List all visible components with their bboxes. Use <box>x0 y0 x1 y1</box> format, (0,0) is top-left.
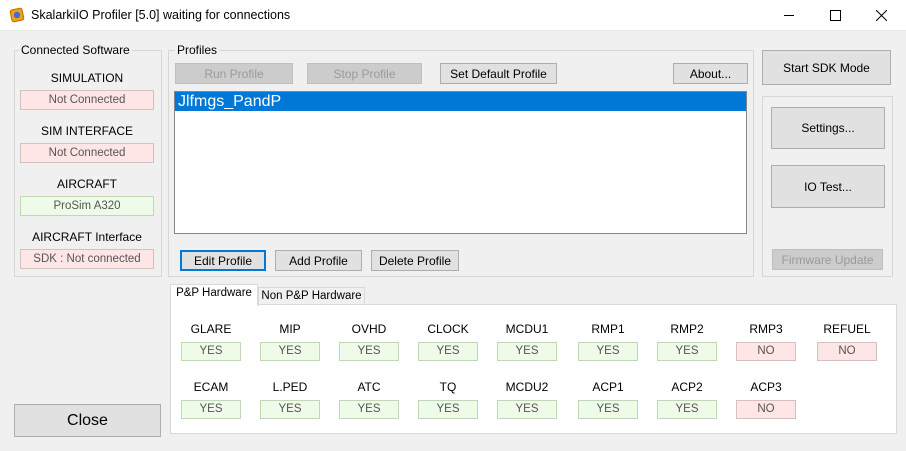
hw-label: ECAM <box>193 380 229 394</box>
hw-status: YES <box>497 400 557 419</box>
hw-status: YES <box>339 342 399 361</box>
maximize-button[interactable] <box>812 0 858 31</box>
aircraft-status: ProSim A320 <box>20 196 154 216</box>
hw-label: ACP2 <box>671 380 703 394</box>
window-title: SkalarkiIO Profiler [5.0] waiting for co… <box>31 8 291 22</box>
hw-label: CLOCK <box>427 322 469 336</box>
maximize-icon <box>829 10 841 21</box>
start-sdk-mode-button[interactable]: Start SDK Mode <box>762 50 891 85</box>
hw-status: NO <box>736 342 796 361</box>
profiles-label: Profiles <box>175 43 220 57</box>
hw-status: NO <box>817 342 877 361</box>
hw-label: ACP1 <box>592 380 624 394</box>
hw-label: RMP2 <box>670 322 704 336</box>
hw-label: ATC <box>357 380 381 394</box>
sim-interface-label: SIM INTERFACE <box>40 124 133 138</box>
aircraft-interface-status: SDK : Not connected <box>20 249 154 269</box>
hw-status: YES <box>181 400 241 419</box>
hw-status: NO <box>736 400 796 419</box>
title-bar[interactable]: SkalarkiIO Profiler [5.0] waiting for co… <box>0 0 906 31</box>
aircraft-label: AIRCRAFT <box>57 177 117 191</box>
firmware-update-button[interactable]: Firmware Update <box>772 249 883 270</box>
hw-status: YES <box>657 342 717 361</box>
stop-profile-button[interactable]: Stop Profile <box>307 63 422 84</box>
hw-status: YES <box>578 342 638 361</box>
hw-status: YES <box>260 342 320 361</box>
run-profile-button[interactable]: Run Profile <box>175 63 293 84</box>
hw-status: YES <box>418 400 478 419</box>
sim-interface-status: Not Connected <box>20 143 154 163</box>
profile-list[interactable]: Jlfmgs_PandP <box>174 91 747 234</box>
hw-label: MCDU2 <box>505 380 549 394</box>
hw-label: ACP3 <box>750 380 782 394</box>
about-button[interactable]: About... <box>673 63 748 84</box>
hw-status: YES <box>578 400 638 419</box>
hw-label: OVHD <box>351 322 387 336</box>
app-icon <box>9 7 25 23</box>
hw-status: YES <box>657 400 717 419</box>
connected-software-label: Connected Software <box>19 43 132 57</box>
simulation-label: SIMULATION <box>50 71 124 85</box>
set-default-profile-button[interactable]: Set Default Profile <box>440 63 557 84</box>
hw-label: REFUEL <box>823 322 871 336</box>
hw-status: YES <box>181 342 241 361</box>
hw-status: YES <box>418 342 478 361</box>
minimize-button[interactable] <box>766 0 812 31</box>
hw-label: TQ <box>439 380 457 394</box>
hw-label: GLARE <box>190 322 232 336</box>
hw-status: YES <box>497 342 557 361</box>
hw-label: RMP1 <box>591 322 625 336</box>
hw-label: MIP <box>279 322 301 336</box>
hw-label: MCDU1 <box>505 322 549 336</box>
close-button[interactable]: Close <box>14 404 161 437</box>
delete-profile-button[interactable]: Delete Profile <box>371 250 459 271</box>
minimize-icon <box>783 15 794 16</box>
hw-status: YES <box>339 400 399 419</box>
hw-status: YES <box>260 400 320 419</box>
hw-label: RMP3 <box>749 322 783 336</box>
list-item[interactable]: Jlfmgs_PandP <box>175 92 746 111</box>
tab-pnp-hardware[interactable]: P&P Hardware <box>170 284 258 306</box>
edit-profile-button[interactable]: Edit Profile <box>180 250 266 271</box>
close-window-button[interactable] <box>858 0 904 31</box>
simulation-status: Not Connected <box>20 90 154 110</box>
settings-button[interactable]: Settings... <box>771 107 885 149</box>
hw-label: L.PED <box>272 380 308 394</box>
aircraft-interface-label: AIRCRAFT Interface <box>32 230 142 244</box>
io-test-button[interactable]: IO Test... <box>771 165 885 208</box>
close-icon <box>875 10 887 21</box>
tab-non-pnp-hardware[interactable]: Non P&P Hardware <box>258 287 365 305</box>
add-profile-button[interactable]: Add Profile <box>275 250 362 271</box>
